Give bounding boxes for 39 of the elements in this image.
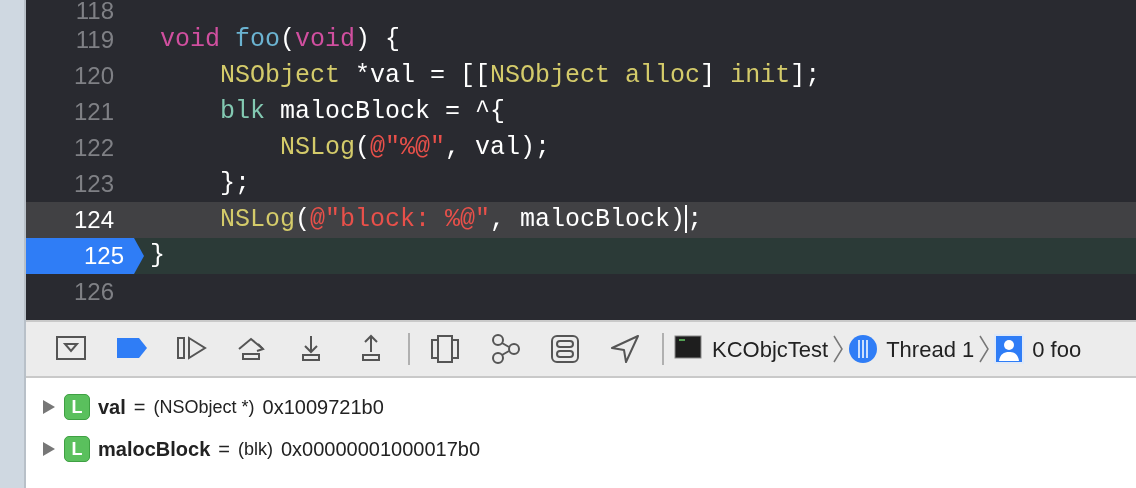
- line-number: 123: [72, 169, 115, 199]
- line-number: 122: [72, 133, 115, 163]
- variable-type: (NSObject *): [153, 395, 255, 419]
- code-line: };: [219, 168, 250, 200]
- chevron-icon: [978, 334, 991, 364]
- line-number: 126: [72, 277, 115, 307]
- equals-sign: =: [133, 395, 146, 420]
- variable-value: 0x00000001000017b0: [280, 437, 481, 462]
- disclosure-triangle-icon[interactable]: [42, 441, 56, 457]
- local-badge: L: [64, 436, 90, 462]
- breadcrumb-item[interactable]: 0 foo: [990, 332, 1086, 366]
- code-line: NSObject *val = [[NSObject alloc] init];: [219, 60, 821, 92]
- equals-sign: =: [218, 437, 230, 462]
- user-icon: [994, 334, 1025, 364]
- code-line: void foo(void) {: [159, 24, 401, 56]
- thread-icon: [848, 334, 879, 364]
- line-number: 124: [72, 205, 115, 235]
- line-number: 121: [72, 97, 115, 127]
- graph-icon: [490, 334, 522, 364]
- variable-name: val: [98, 395, 126, 420]
- instruction-pointer: 125: [26, 238, 144, 274]
- code-line: blk malocBlock = ^{: [219, 96, 506, 128]
- line-number: 120: [72, 61, 115, 91]
- code-line: }: [149, 240, 165, 272]
- line-number: 119: [74, 25, 115, 55]
- code-line: NSLog(@"%@", val);: [279, 132, 551, 164]
- variable-name: malocBlock: [98, 437, 211, 462]
- toggles-icon: [550, 334, 582, 364]
- chevron-icon: [832, 334, 845, 364]
- local-badge: L: [64, 394, 90, 420]
- layers-icon: [430, 334, 462, 364]
- disclosure-triangle-icon[interactable]: [42, 399, 56, 415]
- location-arrow-icon: [610, 334, 642, 364]
- code-line: NSLog(@"block: %@", malocBlock);: [219, 204, 703, 236]
- variable-value: 0x1009721b0: [262, 395, 384, 420]
- breadcrumb-item[interactable]: KCObjcTest: [670, 332, 833, 366]
- line-number: 118: [74, 0, 115, 22]
- variable-type: (blk): [237, 437, 273, 461]
- breadcrumb-item[interactable]: Thread 1: [844, 332, 979, 366]
